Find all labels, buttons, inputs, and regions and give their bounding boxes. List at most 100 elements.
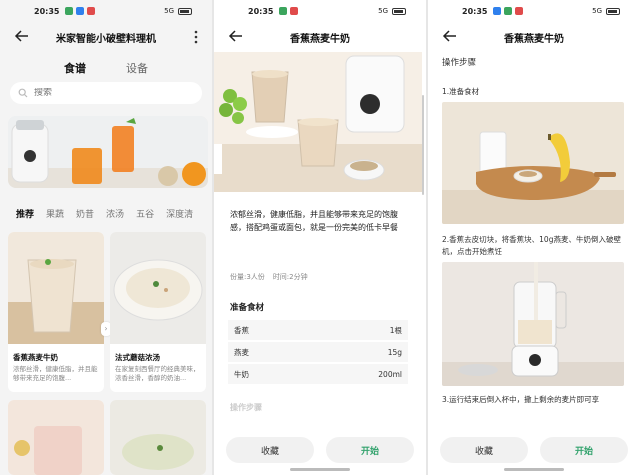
status-time: 20:35: [462, 6, 488, 16]
step-photo: [442, 102, 624, 224]
recipe-image: [110, 400, 206, 475]
ingredient-name: 牛奶: [234, 369, 249, 379]
tab-recipes[interactable]: 食谱: [64, 60, 86, 76]
category-tab[interactable]: 推荐: [16, 207, 34, 220]
status-bar: 20:35 5G: [428, 0, 640, 22]
tab-bar: 食谱 设备: [0, 60, 212, 76]
category-tab[interactable]: 五谷: [136, 207, 154, 220]
ingredient-amount: 1根: [389, 325, 402, 335]
steps-heading: 操作步骤: [230, 403, 262, 412]
app-notification-icon: [504, 7, 513, 15]
status-app-icons: [493, 7, 524, 15]
action-bar: 收藏 开始: [214, 437, 426, 463]
step-text: 1.准备食材: [442, 87, 480, 96]
page-title: 米家智能小破壁料理机: [56, 33, 156, 45]
start-button[interactable]: 开始: [540, 437, 628, 463]
recipe-description: 浓郁丝滑，健康低脂，并且能够带来充足的饱腹感，搭配鸡蛋或面包，就是一份完美的低卡…: [230, 210, 398, 232]
app-notification-icon: [76, 7, 85, 15]
category-tab[interactable]: 深度清: [166, 207, 193, 220]
category-tab[interactable]: 奶昔: [76, 207, 94, 220]
back-icon[interactable]: [228, 28, 244, 44]
scrollbar[interactable]: [422, 95, 424, 195]
back-icon[interactable]: [442, 28, 458, 44]
step-text: 2.香蕉去皮切块，将香蕉块、10g燕麦、牛奶倒入破壁机，点击开始煮饪: [442, 235, 621, 256]
status-indicators: 5G: [164, 7, 192, 15]
action-bar: 收藏 开始: [428, 437, 640, 463]
ingredient-name: 燕麦: [234, 347, 249, 357]
status-bar: 20:35 5G: [214, 0, 426, 22]
ingredient-amount: 15g: [387, 347, 402, 357]
category-tabs: 推荐 果蔬 奶昔 浓汤 五谷 深度清: [16, 207, 193, 220]
status-bar: 20:35 5G: [0, 0, 212, 22]
recipe-card[interactable]: [8, 400, 104, 475]
promo-banner[interactable]: [8, 116, 208, 188]
more-icon[interactable]: [194, 30, 198, 44]
app-notification-icon: [515, 7, 524, 15]
recipe-hero-image: [214, 52, 422, 192]
app-notification-icon: [87, 7, 96, 15]
time-label: 时间:2分钟: [272, 273, 308, 281]
page-title: 香蕉燕麦牛奶: [504, 33, 564, 45]
steps-heading: 操作步骤: [442, 58, 477, 68]
step-image: [442, 262, 624, 386]
favorite-button[interactable]: 收藏: [226, 437, 314, 463]
recipe-card[interactable]: 香蕉燕麦牛奶 浓郁丝滑，健康低脂，并且能够带来充足的饱腹...: [8, 232, 104, 392]
status-app-icons: [279, 7, 299, 15]
status-indicators: 5G: [378, 7, 406, 15]
ingredients-heading: 准备食材: [230, 303, 265, 313]
status-time: 20:35: [34, 6, 60, 16]
step-image: [442, 102, 624, 224]
page-title: 香蕉燕麦牛奶: [290, 33, 350, 45]
header: 香蕉燕麦牛奶: [428, 24, 640, 50]
ingredient-row: 燕麦 15g: [228, 342, 408, 362]
banner-image: [8, 116, 208, 188]
battery-icon: [606, 7, 620, 15]
status-app-icons: [65, 7, 96, 15]
search-input[interactable]: [34, 88, 174, 98]
recipe-description: 浓郁丝滑，健康低脂，并且能够带来充足的饱腹...: [13, 365, 98, 382]
category-tab[interactable]: 果蔬: [46, 207, 64, 220]
recipe-card[interactable]: 法式蘑菇浓汤 在家复刻西餐厅的经典美味，浓香丝滑，香醇的奶油...: [110, 232, 206, 392]
status-indicators: 5G: [592, 7, 620, 15]
signal-label: 5G: [164, 7, 174, 15]
app-notification-icon: [65, 7, 74, 15]
ingredient-row: 香蕉 1根: [228, 320, 408, 340]
recipe-image: [8, 400, 104, 475]
home-indicator: [504, 468, 564, 471]
ingredient-name: 香蕉: [234, 325, 249, 335]
recipe-title: 法式蘑菇浓汤: [115, 353, 160, 362]
app-notification-icon: [493, 7, 502, 15]
battery-icon: [392, 7, 406, 15]
recipe-detail-screen: 20:35 5G 香蕉燕麦牛奶 浓郁丝滑，健康低脂，并且能够带来充足的饱腹感，搭…: [214, 0, 426, 475]
recipe-title: 香蕉燕麦牛奶: [13, 353, 58, 362]
back-icon[interactable]: [14, 28, 30, 44]
signal-label: 5G: [378, 7, 388, 15]
start-button[interactable]: 开始: [326, 437, 414, 463]
favorite-button[interactable]: 收藏: [440, 437, 528, 463]
app-notification-icon: [279, 7, 288, 15]
header: 香蕉燕麦牛奶: [214, 24, 426, 50]
step-text: 3.运行结束后倒入杯中，撒上剩余的麦片即可享: [442, 395, 600, 404]
recipe-image: [110, 232, 206, 344]
category-tab[interactable]: 浓汤: [106, 207, 124, 220]
home-indicator: [290, 468, 350, 471]
ingredient-amount: 200ml: [378, 369, 402, 379]
recipe-meta: 份量:3人份 时间:2分钟: [230, 272, 308, 282]
status-time: 20:35: [248, 6, 274, 16]
recipe-description: 在家复刻西餐厅的经典美味，浓香丝滑，香醇的奶油...: [115, 365, 200, 382]
hero-photo: [214, 52, 422, 192]
servings-label: 份量:3人份: [230, 273, 265, 281]
tab-device[interactable]: 设备: [126, 60, 148, 76]
battery-icon: [178, 7, 192, 15]
recipe-list-screen: 20:35 5G 米家智能小破壁料理机 食谱 设备 搜索 推荐 果蔬 奶昔 浓汤…: [0, 0, 212, 475]
recipe-image: [8, 232, 104, 344]
search-bar[interactable]: [10, 82, 202, 104]
recipe-steps-screen: 20:35 5G 香蕉燕麦牛奶 操作步骤 1.准备食材 2.香蕉去皮切块，将香蕉…: [428, 0, 640, 475]
ingredient-row: 牛奶 200ml: [228, 364, 408, 384]
search-icon: [18, 88, 28, 98]
step-photo: [442, 262, 624, 386]
signal-label: 5G: [592, 7, 602, 15]
app-notification-icon: [290, 7, 299, 15]
ingredients-list: 香蕉 1根 燕麦 15g 牛奶 200ml: [228, 320, 408, 386]
recipe-card[interactable]: [110, 400, 206, 475]
